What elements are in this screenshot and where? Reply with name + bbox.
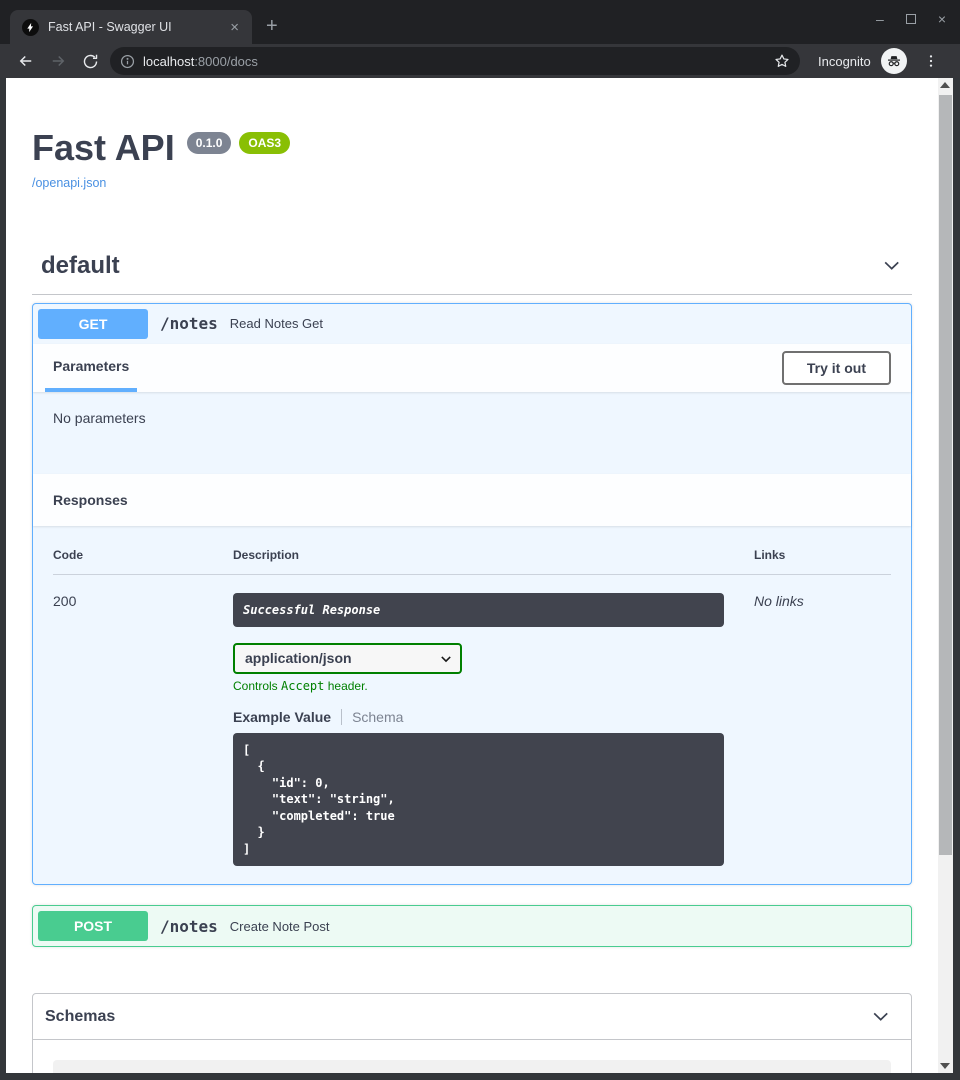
get-notes-summary[interactable]: GET /notes Read Notes Get	[33, 304, 911, 344]
schemas-header[interactable]: Schemas	[33, 994, 911, 1040]
page-title: Fast API	[32, 128, 175, 168]
browser-toolbar: localhost:8000/docs Incognito	[0, 44, 960, 78]
accept-code: Accept	[281, 679, 324, 693]
schemas-body: Note	[33, 1040, 911, 1073]
response-description-cell: Successful Response application/json	[233, 575, 754, 867]
forward-button[interactable]	[42, 47, 74, 75]
url-text[interactable]: localhost:8000/docs	[143, 54, 774, 69]
tab-parameters[interactable]: Parameters	[45, 344, 137, 392]
new-tab-button[interactable]: +	[266, 15, 278, 38]
response-links: No links	[754, 575, 891, 867]
incognito-label: Incognito	[818, 54, 871, 69]
browser-window: Fast API - Swagger UI × + – × localhost:…	[0, 0, 960, 1080]
version-badge: 0.1.0	[187, 132, 232, 154]
post-notes-summary[interactable]: POST /notes Create Note Post	[33, 906, 911, 946]
opblock-get-notes: GET /notes Read Notes Get Parameters Try…	[32, 303, 912, 886]
column-header-links: Links	[754, 548, 891, 575]
tag-title: default	[41, 252, 120, 280]
post-summary-text: Create Note Post	[230, 919, 330, 934]
close-window-button[interactable]: ×	[938, 12, 946, 26]
try-it-out-button[interactable]: Try it out	[782, 351, 891, 385]
oas3-badge: OAS3	[239, 132, 290, 154]
tab-title: Fast API - Swagger UI	[48, 20, 225, 34]
get-summary-text: Read Notes Get	[230, 316, 323, 331]
schemas-title: Schemas	[45, 1008, 115, 1026]
media-type-select[interactable]: application/json	[233, 643, 462, 674]
column-header-code: Code	[53, 548, 233, 575]
tab-separator	[341, 709, 342, 725]
openapi-spec-link[interactable]: /openapi.json	[32, 176, 106, 190]
minimize-button[interactable]: –	[876, 12, 884, 26]
swagger-page: Fast API 0.1.0 OAS3 /openapi.json defaul…	[6, 78, 938, 1073]
model-note[interactable]: Note	[53, 1060, 891, 1073]
example-code-block: [ { "id": 0, "text": "string", "complete…	[233, 733, 724, 867]
bookmark-star-icon[interactable]	[774, 53, 790, 69]
tab-bar: Fast API - Swagger UI × + – ×	[0, 0, 960, 44]
tag-section-default[interactable]: default	[32, 244, 912, 295]
tab-example-value[interactable]: Example Value	[233, 709, 331, 725]
response-description: Successful Response	[233, 593, 724, 627]
page-viewport: Fast API 0.1.0 OAS3 /openapi.json defaul…	[6, 78, 953, 1073]
response-code: 200	[53, 575, 233, 867]
chevron-down-icon[interactable]	[881, 255, 902, 276]
incognito-icon	[881, 48, 907, 74]
example-schema-tabs: Example Value Schema	[233, 709, 754, 725]
back-button[interactable]	[10, 47, 42, 75]
browser-menu-icon[interactable]	[915, 47, 947, 75]
maximize-icon	[906, 14, 916, 24]
get-path: /notes	[160, 314, 218, 333]
scroll-up-arrow-icon[interactable]	[940, 82, 950, 88]
reload-button[interactable]	[74, 47, 106, 75]
no-parameters-text: No parameters	[33, 392, 911, 474]
browser-tab[interactable]: Fast API - Swagger UI ×	[10, 10, 252, 44]
column-header-description: Description	[233, 548, 754, 575]
api-info: Fast API 0.1.0 OAS3 /openapi.json	[32, 128, 912, 192]
scrollbar-thumb[interactable]	[939, 95, 952, 855]
opblock-post-notes: POST /notes Create Note Post	[32, 905, 912, 947]
responses-header: Responses	[33, 474, 911, 526]
responses-title: Responses	[53, 492, 128, 508]
fastapi-favicon-icon	[22, 19, 39, 36]
page-scrollbar[interactable]	[938, 78, 953, 1073]
scroll-down-arrow-icon[interactable]	[940, 1063, 950, 1069]
parameters-header: Parameters Try it out	[33, 344, 911, 392]
post-path: /notes	[160, 917, 218, 936]
accept-header-note: Controls Accept header.	[233, 679, 754, 693]
example-json: [ { "id": 0, "text": "string", "complete…	[243, 742, 714, 858]
chevron-down-icon[interactable]	[870, 1006, 891, 1027]
responses-table: Code Description Links 200 Successful Re…	[33, 526, 911, 885]
maximize-button[interactable]	[906, 14, 916, 24]
post-method-badge: POST	[38, 911, 148, 941]
tab-close-icon[interactable]: ×	[225, 19, 244, 36]
window-controls: – ×	[876, 12, 946, 26]
address-bar[interactable]: localhost:8000/docs	[110, 47, 800, 75]
url-path: :8000/docs	[194, 54, 258, 69]
get-method-badge: GET	[38, 309, 148, 339]
site-info-icon[interactable]	[120, 54, 135, 69]
tab-schema[interactable]: Schema	[352, 709, 403, 725]
schemas-section: Schemas Note	[32, 993, 912, 1073]
url-host: localhost	[143, 54, 194, 69]
